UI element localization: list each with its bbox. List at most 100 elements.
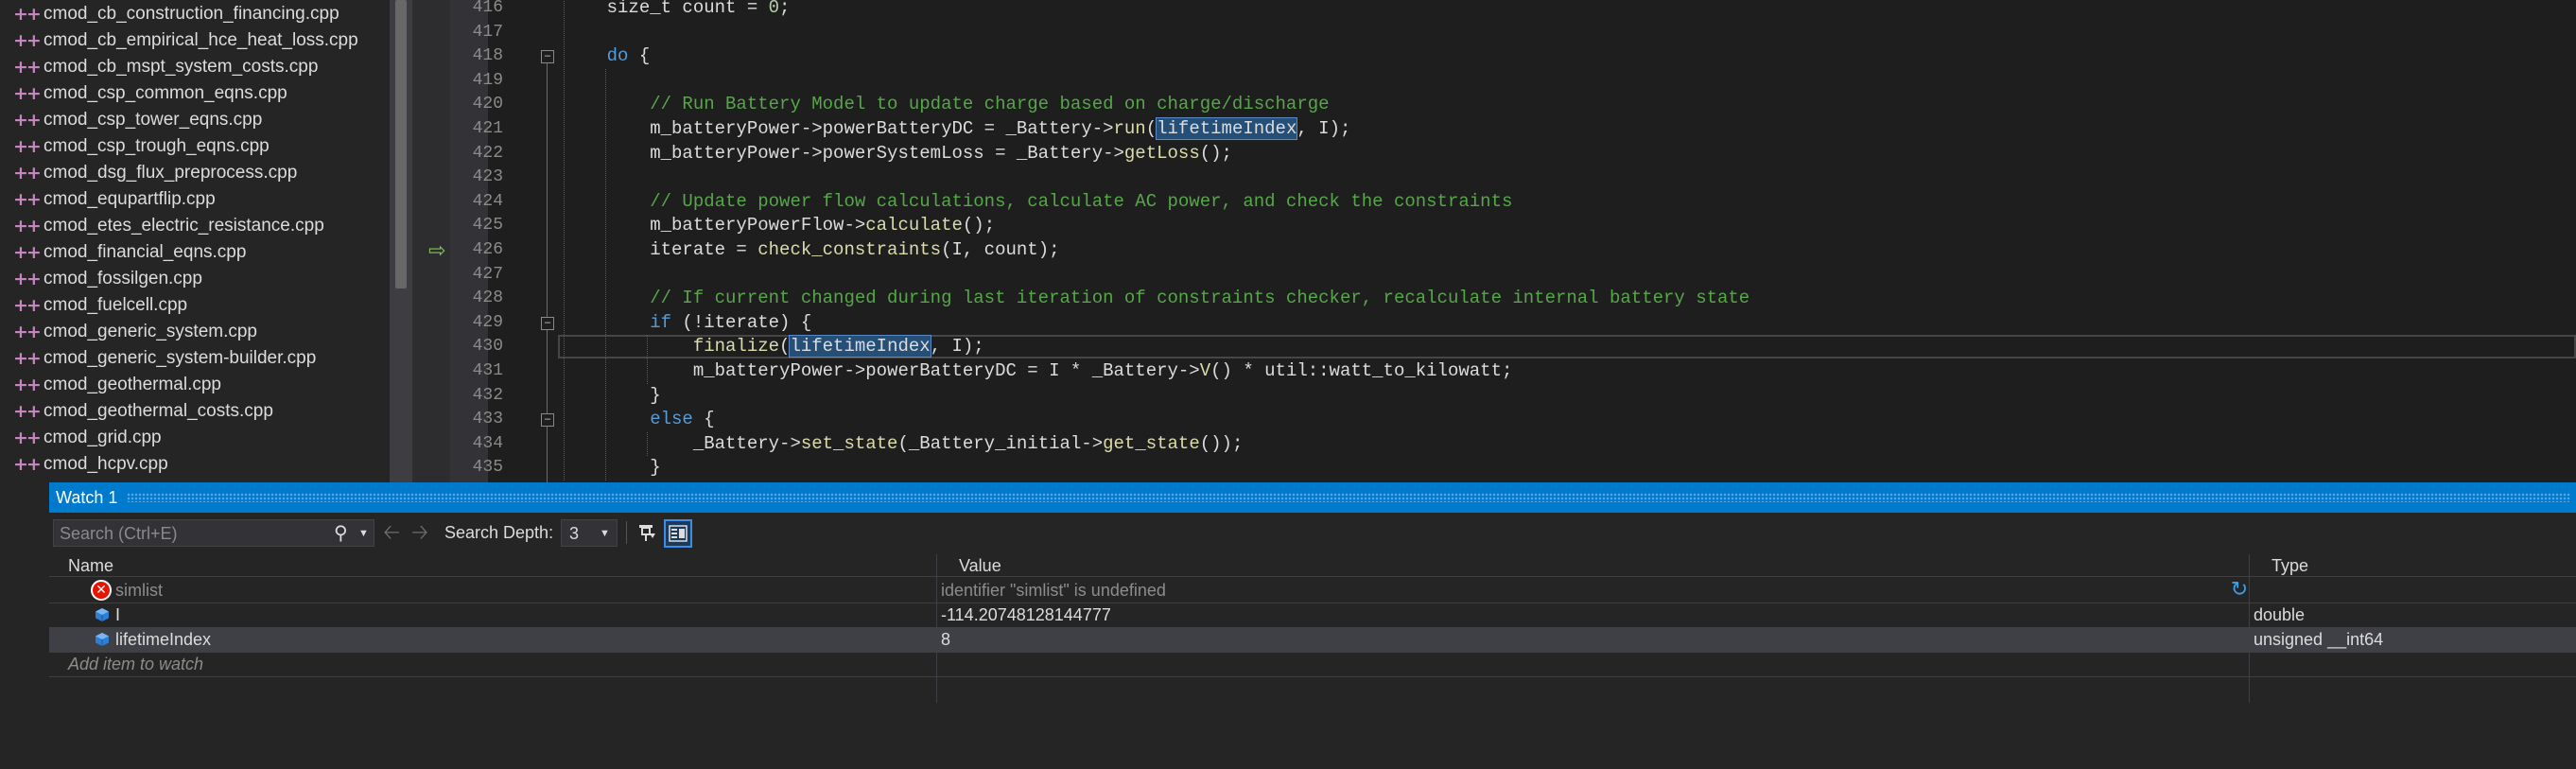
- file-item[interactable]: ++ cmod_cb_empirical_hce_heat_loss.cpp: [0, 27, 390, 54]
- file-item[interactable]: ++ cmod_generic_system-builder.cpp: [0, 345, 390, 372]
- watch-row[interactable]: ✕ simlist identifier "simlist" is undefine…: [49, 578, 2576, 603]
- code-token: ;: [779, 0, 791, 18]
- code-line[interactable]: m_batteryPowerFlow->calculate();: [564, 214, 2568, 237]
- line-number: 420: [472, 95, 503, 114]
- search-depth-label: Search Depth:: [444, 523, 554, 542]
- search-depth-select[interactable]: 3 ▼: [561, 519, 618, 547]
- cpp-file-icon: ++: [13, 57, 42, 78]
- code-line[interactable]: m_batteryPower->powerBatteryDC = _Batter…: [564, 117, 2568, 141]
- code-line[interactable]: [564, 69, 2568, 93]
- code-line[interactable]: // If current changed during last iterat…: [564, 287, 2568, 310]
- collapse-region-icon[interactable]: −: [541, 316, 554, 330]
- column-header-type[interactable]: Type: [2253, 554, 2308, 577]
- code-editor[interactable]: 416 size_t count = 0; 417 418 do {419 420 /…: [412, 0, 2576, 482]
- explorer-scrollbar-thumb[interactable]: [395, 0, 407, 288]
- search-previous-icon[interactable]: 🡠: [380, 519, 403, 546]
- code-line[interactable]: if (!iterate) {: [564, 311, 2568, 335]
- watch-row[interactable]: I -114.20748128144777 double: [49, 603, 2576, 627]
- collapse-region-icon[interactable]: −: [541, 50, 554, 64]
- code-token: // Update power flow calculations, calcu…: [650, 190, 1513, 212]
- watch-name[interactable]: lifetimeIndex: [115, 627, 211, 652]
- code-line[interactable]: _Battery->set_state(_Battery_initial->ge…: [564, 432, 2568, 456]
- code-token: calculate: [865, 215, 963, 236]
- add-watch-row[interactable]: Add item to watch: [49, 652, 2576, 676]
- title-grip[interactable]: [127, 493, 2570, 502]
- search-input[interactable]: [60, 523, 315, 544]
- chevron-down-icon: ▼: [600, 528, 610, 539]
- file-item[interactable]: ++ cmod_geothermal.cpp: [0, 372, 390, 398]
- code-token: {: [628, 45, 651, 67]
- pin-filter-button[interactable]: [634, 519, 660, 546]
- code-line[interactable]: m_batteryPower->powerBatteryDC = I * _Ba…: [564, 359, 2568, 383]
- cpp-file-icon: ++: [13, 295, 42, 316]
- code-line[interactable]: [564, 166, 2568, 189]
- column-header-name[interactable]: Name: [49, 554, 113, 577]
- cpp-file-icon: ++: [13, 322, 42, 342]
- search-icon[interactable]: ⚲: [334, 522, 355, 545]
- code-line[interactable]: else {: [564, 408, 2568, 431]
- file-item[interactable]: ++ cmod_grid.cpp: [0, 425, 390, 451]
- column-header-value[interactable]: Value: [940, 554, 1001, 577]
- file-name: cmod_generic_system.cpp: [44, 322, 257, 341]
- file-item[interactable]: ++ cmod_hcpv.cpp: [0, 451, 390, 478]
- file-name: cmod_etes_electric_resistance.cpp: [44, 216, 324, 236]
- file-item[interactable]: ++ cmod_csp_tower_eqns.cpp: [0, 107, 390, 133]
- line-number: 418: [472, 46, 503, 66]
- line-number: 429: [472, 312, 503, 332]
- watch-row[interactable]: lifetimeIndex 8 unsigned __int64: [49, 627, 2576, 652]
- chevron-down-icon[interactable]: ▼: [358, 522, 374, 545]
- code-token: m_batteryPower->powerBatteryDC = _Batter…: [564, 118, 1114, 139]
- watch-name[interactable]: simlist: [115, 578, 163, 603]
- file-item[interactable]: ++ cmod_csp_trough_eqns.cpp: [0, 133, 390, 160]
- file-item[interactable]: ++ cmod_csp_common_eqns.cpp: [0, 80, 390, 107]
- code-line[interactable]: // Update power flow calculations, calcu…: [564, 190, 2568, 214]
- code-token: else: [650, 409, 693, 430]
- add-item-to-watch[interactable]: Add item to watch: [68, 652, 203, 676]
- search-box[interactable]: ⚲ ▼: [53, 519, 374, 547]
- line-number: 433: [472, 410, 503, 429]
- file-name: cmod_generic_system-builder.cpp: [44, 348, 317, 368]
- code-line[interactable]: }: [564, 384, 2568, 408]
- code-token: get_state: [1103, 432, 1200, 454]
- refresh-icon[interactable]: ↻: [2228, 579, 2251, 602]
- watch-value[interactable]: 8: [941, 627, 950, 652]
- code-token: (: [779, 336, 791, 358]
- code-line[interactable]: do {: [564, 44, 2568, 68]
- columns-toggle-button[interactable]: [664, 519, 692, 548]
- file-item[interactable]: ++ cmod_financial_eqns.cpp: [0, 239, 390, 266]
- watch-value[interactable]: -114.20748128144777: [941, 603, 1111, 627]
- code-line[interactable]: // Run Battery Model to update charge ba…: [564, 93, 2568, 116]
- file-item[interactable]: ++ cmod_cb_mspt_system_costs.cpp: [0, 54, 390, 80]
- file-name: cmod_csp_tower_eqns.cpp: [44, 110, 263, 130]
- file-item[interactable]: ++ cmod_geothermal_costs.cpp: [0, 398, 390, 425]
- file-item[interactable]: ++ cmod_fossilgen.cpp: [0, 266, 390, 292]
- code-line[interactable]: iterate = check_constraints(I, count);: [564, 238, 2568, 262]
- file-item[interactable]: ++ cmod_equpartflip.cpp: [0, 186, 390, 213]
- code-line[interactable]: size_t count = 0;: [564, 0, 2568, 20]
- file-item[interactable]: ++ cmod_generic_system.cpp: [0, 319, 390, 345]
- file-item[interactable]: ++ cmod_cb_construction_financing.cpp: [0, 1, 390, 27]
- watch-name[interactable]: I: [115, 603, 120, 627]
- line-number: 432: [472, 385, 503, 405]
- file-item[interactable]: ++ cmod_etes_electric_resistance.cpp: [0, 213, 390, 239]
- watch-window: Watch 1 ⚲ ▼ 🡠 🡢 Search Depth: 3 ▼: [0, 482, 2576, 769]
- code-token: size_t count =: [564, 0, 769, 18]
- cpp-file-icon: ++: [13, 136, 42, 157]
- code-line[interactable]: [564, 21, 2568, 44]
- search-next-icon[interactable]: 🡢: [409, 519, 431, 546]
- collapse-region-icon[interactable]: −: [541, 413, 554, 428]
- watch-title-bar[interactable]: Watch 1: [49, 482, 2576, 513]
- code-token: () * util::watt_to_kilowatt;: [1210, 360, 1513, 381]
- code-token: getLoss: [1123, 142, 1200, 164]
- columns-icon: [669, 525, 688, 542]
- code-line[interactable]: [564, 263, 2568, 287]
- code-line[interactable]: }: [564, 456, 2568, 480]
- file-item[interactable]: ++ cmod_fuelcell.cpp: [0, 292, 390, 319]
- code-line[interactable]: m_batteryPower->powerSystemLoss = _Batte…: [564, 142, 2568, 166]
- file-name: cmod_dsg_flux_preprocess.cpp: [44, 163, 298, 183]
- watch-value[interactable]: identifier "simlist" is undefined: [941, 578, 1166, 603]
- next-statement-icon: ⇨: [428, 238, 446, 262]
- code-line[interactable]: finalize(lifetimeIndex, I);: [564, 335, 2568, 358]
- file-item[interactable]: ++ cmod_dsg_flux_preprocess.cpp: [0, 160, 390, 186]
